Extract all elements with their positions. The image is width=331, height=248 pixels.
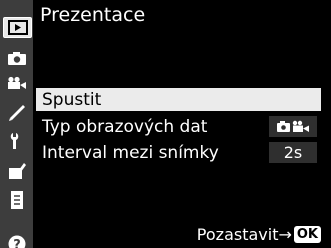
menu-item-label: Typ obrazových dat	[42, 116, 208, 137]
tab-movie[interactable]	[4, 73, 30, 93]
menu-item-start[interactable]: Spustit	[36, 88, 321, 111]
pause-label: Pozastavit	[196, 224, 279, 244]
tab-playback[interactable]	[3, 17, 32, 38]
tab-setup[interactable]	[4, 131, 30, 151]
tab-retouch[interactable]	[4, 161, 30, 181]
menu-item-image-type[interactable]: Typ obrazových dat	[36, 115, 321, 138]
help-icon: ?	[8, 235, 26, 248]
playback-icon	[7, 20, 28, 35]
wrench-icon	[10, 133, 19, 149]
my-menu-icon	[11, 191, 23, 209]
page-title: Prezentace	[40, 4, 146, 26]
menu-item-label: Interval mezi snímky	[42, 142, 219, 163]
ok-button-badge: OK	[293, 225, 321, 243]
menu-item-frame-interval[interactable]: Interval mezi snímky 2s	[36, 141, 321, 164]
camera-icon	[8, 51, 26, 65]
image-type-value	[269, 116, 317, 137]
menu-tab-strip: ?	[0, 0, 33, 248]
tab-shooting[interactable]	[4, 48, 30, 68]
arrow-icon: →	[278, 224, 292, 244]
frame-interval-value: 2s	[269, 142, 317, 163]
retouch-icon	[9, 163, 26, 179]
menu-item-label: Spustit	[42, 89, 102, 110]
svg-text:?: ?	[13, 238, 21, 248]
photo-and-movie-icon	[277, 120, 309, 132]
tab-my-menu[interactable]	[4, 190, 30, 210]
help-button[interactable]: ?	[4, 234, 30, 248]
pencil-icon	[9, 105, 25, 121]
slide-show-menu-screen: ? Prezentace Spustit Typ obrazových dat …	[0, 0, 331, 248]
movie-camera-icon	[8, 76, 26, 89]
tab-custom-settings[interactable]	[4, 102, 30, 122]
pause-hint: Pozastavit → OK	[197, 223, 321, 245]
